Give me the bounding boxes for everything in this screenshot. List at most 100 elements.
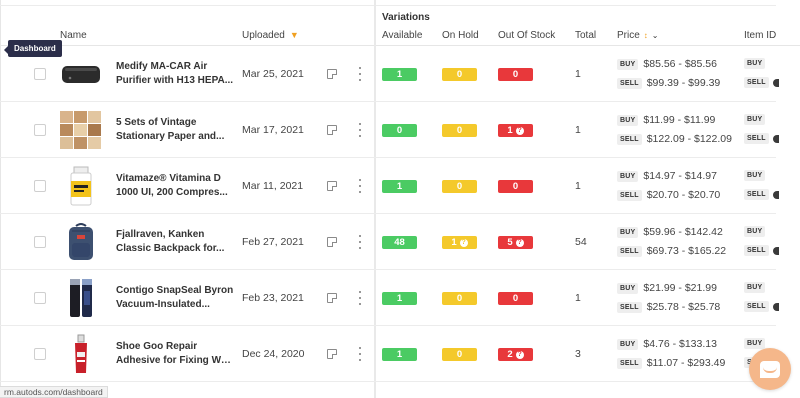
item-id-sell[interactable]: SELL	[744, 245, 779, 256]
on-hold-badge[interactable]: 0	[442, 124, 477, 137]
out-of-stock-badge[interactable]: 2?	[498, 348, 533, 361]
product-name[interactable]: Contigo SnapSeal Byron Vacuum-Insulated..…	[116, 284, 234, 312]
available-badge[interactable]: 1	[382, 180, 417, 193]
chat-button[interactable]	[749, 348, 791, 390]
buy-price-range: $85.56 - $85.56	[643, 58, 717, 70]
row-checkbox[interactable]	[34, 236, 46, 248]
on-hold-badge[interactable]: 0	[442, 180, 477, 193]
note-icon[interactable]	[327, 181, 337, 191]
product-thumbnail[interactable]	[58, 164, 104, 208]
sell-price-range: $99.39 - $99.39	[646, 77, 721, 89]
more-options-icon[interactable]	[356, 235, 364, 249]
product-thumbnail[interactable]	[58, 52, 104, 96]
buy-tag: BUY	[617, 282, 639, 294]
product-name-line2: Vacuum-Insulated...	[116, 299, 210, 310]
item-id-buy[interactable]: BUY	[744, 114, 766, 125]
table-row: Fjallraven, Kanken Classic Backpack for..…	[0, 214, 779, 270]
product-name[interactable]: Vitamaze® Vitamina D 1000 UI, 200 Compres…	[116, 172, 234, 200]
sell-price: SELL $69.73 - $165.22	[617, 245, 726, 257]
note-icon[interactable]	[327, 349, 337, 359]
product-name-line2: Stationary Paper and...	[116, 131, 225, 142]
available-badge[interactable]: 0	[382, 124, 417, 137]
column-item-id[interactable]: Item ID	[744, 30, 776, 41]
row-checkbox[interactable]	[34, 292, 46, 304]
buy-price: BUY $11.99 - $11.99	[617, 114, 715, 126]
column-total[interactable]: Total	[575, 30, 596, 41]
product-thumbnail[interactable]	[58, 276, 104, 320]
out-of-stock-badge[interactable]: 0	[498, 292, 533, 305]
item-id-buy[interactable]: BUY	[744, 338, 766, 349]
item-id-buy[interactable]: BUY	[744, 58, 766, 69]
product-name[interactable]: Fjallraven, Kanken Classic Backpack for..…	[116, 228, 234, 256]
note-icon[interactable]	[327, 293, 337, 303]
item-id-sell[interactable]: SELL	[744, 133, 779, 144]
more-options-icon[interactable]	[356, 179, 364, 193]
row-checkbox[interactable]	[34, 180, 46, 192]
product-thumbnail[interactable]	[58, 108, 104, 152]
uploaded-date: Feb 27, 2021	[242, 236, 304, 248]
total-count: 1	[575, 180, 581, 192]
table-row: Vitamaze® Vitamina D 1000 UI, 200 Compres…	[0, 158, 779, 214]
store-logo-icon	[772, 78, 779, 87]
info-icon[interactable]: ?	[459, 238, 468, 247]
column-out-of-stock[interactable]: Out Of Stock	[498, 30, 555, 41]
product-name[interactable]: 5 Sets of Vintage Stationary Paper and...	[116, 116, 234, 144]
item-id-sell[interactable]: SELL	[744, 189, 779, 200]
out-of-stock-badge[interactable]: 5?	[498, 236, 533, 249]
available-badge[interactable]: 1	[382, 68, 417, 81]
available-badge[interactable]: 1	[382, 292, 417, 305]
column-uploaded[interactable]: Uploaded ▼	[242, 30, 299, 41]
item-id-buy[interactable]: BUY	[744, 226, 766, 237]
info-icon[interactable]: ?	[515, 126, 524, 135]
info-icon[interactable]: ?	[515, 238, 524, 247]
column-name[interactable]: Name	[60, 30, 87, 41]
buy-tag: BUY	[617, 58, 639, 70]
info-icon[interactable]: ?	[515, 350, 524, 359]
product-thumbnail[interactable]	[58, 332, 104, 376]
on-hold-badge[interactable]: 0	[442, 348, 477, 361]
available-badge[interactable]: 48	[382, 236, 417, 249]
out-of-stock-count: 0	[512, 293, 519, 304]
table-row: Contigo SnapSeal Byron Vacuum-Insulated..…	[0, 270, 779, 326]
out-of-stock-badge[interactable]: 0	[498, 68, 533, 81]
on-hold-badge[interactable]: 0	[442, 68, 477, 81]
column-price[interactable]: Price ↕ ⌄	[617, 30, 659, 41]
out-of-stock-badge[interactable]: 0	[498, 180, 533, 193]
on-hold-count: 0	[456, 69, 463, 80]
more-options-icon[interactable]	[356, 123, 364, 137]
note-icon[interactable]	[327, 237, 337, 247]
out-of-stock-badge[interactable]: 1?	[498, 124, 533, 137]
more-options-icon[interactable]	[356, 67, 364, 81]
more-options-icon[interactable]	[356, 291, 364, 305]
row-checkbox[interactable]	[34, 348, 46, 360]
note-icon[interactable]	[327, 69, 337, 79]
item-id-sell[interactable]: SELL	[744, 301, 779, 312]
sell-price-range: $122.09 - $122.09	[646, 133, 732, 145]
table-row: 5 Sets of Vintage Stationary Paper and...…	[0, 102, 779, 158]
status-bar-url: rm.autods.com/dashboard	[0, 386, 108, 398]
row-checkbox[interactable]	[34, 124, 46, 136]
chevron-down-icon[interactable]: ⌄	[652, 31, 659, 40]
product-thumbnail[interactable]	[58, 220, 104, 264]
row-checkbox[interactable]	[34, 68, 46, 80]
price-sort-icon[interactable]: ↕	[644, 31, 648, 40]
item-id-buy[interactable]: BUY	[744, 282, 766, 293]
variations-heading: Variations	[382, 12, 430, 23]
sell-tag: SELL	[617, 189, 642, 201]
column-on-hold[interactable]: On Hold	[442, 30, 479, 41]
sell-price: SELL $99.39 - $99.39	[617, 77, 720, 89]
item-id-sell[interactable]: SELL	[744, 77, 779, 88]
sell-tag: SELL	[617, 133, 642, 145]
available-count: 0	[396, 125, 403, 136]
product-name[interactable]: Shoe Goo Repair Adhesive for Fixing Wor..…	[116, 340, 234, 368]
sell-price-range: $69.73 - $165.22	[646, 245, 727, 257]
more-options-icon[interactable]	[356, 347, 364, 361]
on-hold-badge[interactable]: 1?	[442, 236, 477, 249]
column-available[interactable]: Available	[382, 30, 422, 41]
sort-arrow-icon[interactable]: ▼	[290, 30, 299, 40]
available-badge[interactable]: 1	[382, 348, 417, 361]
item-id-buy[interactable]: BUY	[744, 170, 766, 181]
note-icon[interactable]	[327, 125, 337, 135]
product-name[interactable]: Medify MA-CAR Air Purifier with H13 HEPA.…	[116, 60, 234, 88]
on-hold-badge[interactable]: 0	[442, 292, 477, 305]
